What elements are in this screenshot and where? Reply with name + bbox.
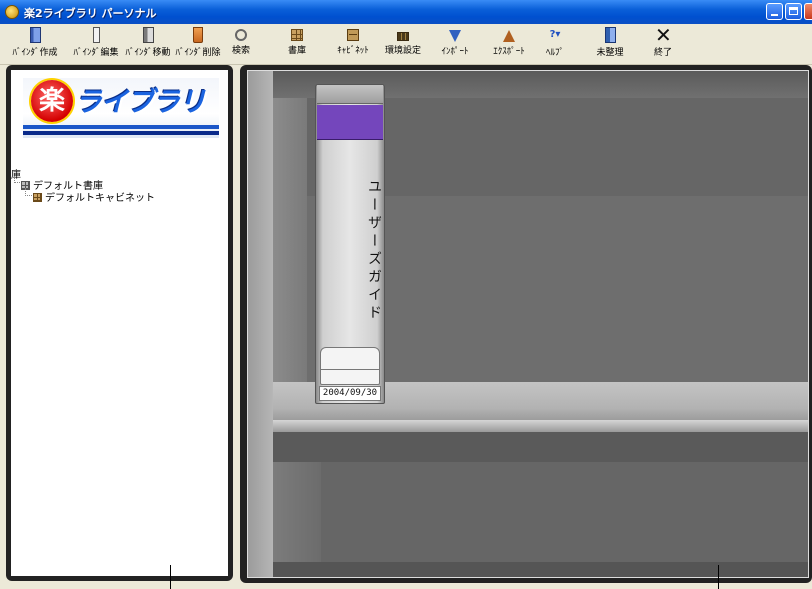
unsorted-label: 未整理 — [596, 48, 624, 58]
status-strip — [0, 583, 812, 589]
binder-label-line — [320, 369, 380, 370]
left-panel: 楽 ライブラリ 庫 デフォルト書庫 デフォルトキャビネット — [11, 70, 228, 576]
cabinet-label: ｷｬﾋﾞﾈｯﾄ — [337, 46, 369, 56]
maximize-button[interactable] — [785, 3, 802, 20]
binder-title: ユーザーズガイド — [366, 179, 382, 323]
bookshelf-view[interactable]: ユーザーズガイド 2004/09/30 — [247, 70, 809, 578]
app-icon[interactable] — [5, 5, 19, 19]
library-button[interactable]: 書庫 — [282, 27, 312, 61]
minimize-button[interactable] — [766, 3, 783, 20]
binder-create-label: ﾊﾞｲﾝﾀﾞ作成 — [12, 48, 58, 58]
help-button[interactable]: ?▾ ﾍﾙﾌﾟ — [540, 27, 570, 61]
binder-new-icon — [29, 27, 41, 43]
binder-edit-icon — [92, 27, 100, 43]
export-button[interactable]: ｴｸｽﾎﾟｰﾄ — [484, 27, 534, 61]
tree-cabinet-label: デフォルトキャビネット — [45, 193, 155, 204]
shelf-inner-side — [273, 98, 307, 382]
close-window-button[interactable] — [804, 3, 812, 20]
import-button[interactable]: ｲﾝﾎﾟｰﾄ — [432, 27, 478, 61]
cabinet-button[interactable]: ｷｬﾋﾞﾈｯﾄ — [330, 27, 376, 61]
export-icon — [503, 30, 515, 42]
binder-create-button[interactable]: ﾊﾞｲﾝﾀﾞ作成 — [4, 27, 66, 61]
cabinet-icon — [33, 193, 42, 202]
binder-move-icon — [142, 27, 154, 43]
left-panel-frame: 楽 ライブラリ 庫 デフォルト書庫 デフォルトキャビネット — [6, 65, 233, 581]
logo-text: ライブラリ — [75, 87, 206, 118]
binder-users-guide[interactable]: ユーザーズガイド 2004/09/30 — [315, 84, 385, 404]
shelf-board-edge — [273, 420, 809, 432]
library-label: 書庫 — [287, 46, 306, 56]
binder-color-band — [317, 105, 383, 140]
unsorted-icon — [604, 27, 616, 43]
help-label: ﾍﾙﾌﾟ — [545, 48, 564, 58]
logo-bar — [23, 131, 219, 135]
binder-delete-label: ﾊﾞｲﾝﾀﾞ削除 — [175, 48, 221, 58]
settings-button[interactable]: 環境設定 — [380, 27, 426, 61]
search-icon — [235, 29, 247, 41]
shelf-lower-top — [273, 432, 809, 462]
import-label: ｲﾝﾎﾟｰﾄ — [441, 47, 469, 57]
binder-cap — [317, 85, 383, 104]
search-button[interactable]: 検索 — [226, 27, 256, 61]
tree-item-cabinet[interactable]: デフォルトキャビネット — [33, 189, 155, 204]
shelf-inner-side — [273, 462, 321, 562]
binder-move-label: ﾊﾞｲﾝﾀﾞ移動 — [125, 48, 171, 58]
shelf-side-wall — [247, 70, 273, 578]
import-icon — [449, 30, 461, 42]
app-logo: 楽 ライブラリ — [23, 78, 219, 138]
search-label: 検索 — [231, 46, 250, 56]
callout-line — [718, 565, 719, 589]
tree-connector — [14, 176, 20, 183]
binder-spine: ユーザーズガイド — [316, 151, 384, 351]
shelf-back — [321, 462, 809, 562]
shelf-bottom — [273, 562, 809, 578]
trash-icon — [193, 27, 203, 43]
export-label: ｴｸｽﾎﾟｰﾄ — [493, 47, 525, 57]
window-title: 楽2ライブラリ パーソナル — [24, 7, 157, 20]
binder-move-button[interactable]: ﾊﾞｲﾝﾀﾞ移動 — [120, 27, 176, 61]
binder-edit-label: ﾊﾞｲﾝﾀﾞ編集 — [73, 48, 119, 58]
bookcase-icon — [291, 29, 303, 41]
callout-line — [170, 565, 171, 589]
exit-button[interactable]: ✕ 終了 — [648, 23, 678, 61]
settings-label: 環境設定 — [384, 46, 421, 56]
logo-kanji: 楽 — [31, 80, 73, 122]
cabinet-icon — [347, 29, 359, 41]
binder-edit-button[interactable]: ﾊﾞｲﾝﾀﾞ編集 — [66, 27, 126, 61]
close-icon: ✕ — [655, 23, 672, 47]
binder-date: 2004/09/30 — [319, 386, 381, 401]
binder-label-holder — [320, 347, 380, 385]
unsorted-button[interactable]: 未整理 — [592, 27, 628, 61]
title-bar[interactable]: 楽2ライブラリ パーソナル — [0, 0, 812, 24]
tree-connector — [25, 188, 32, 196]
settings-icon — [397, 32, 409, 41]
binder-delete-button[interactable]: ﾊﾞｲﾝﾀﾞ削除 — [172, 27, 224, 61]
help-icon: ?▾ — [549, 29, 561, 40]
shelf-panel-frame: ユーザーズガイド 2004/09/30 — [240, 65, 812, 583]
toolbar: ﾊﾞｲﾝﾀﾞ作成 ﾊﾞｲﾝﾀﾞ編集 ﾊﾞｲﾝﾀﾞ移動 ﾊﾞｲﾝﾀﾞ削除 検索 書… — [0, 24, 812, 65]
logo-bar — [23, 125, 219, 129]
